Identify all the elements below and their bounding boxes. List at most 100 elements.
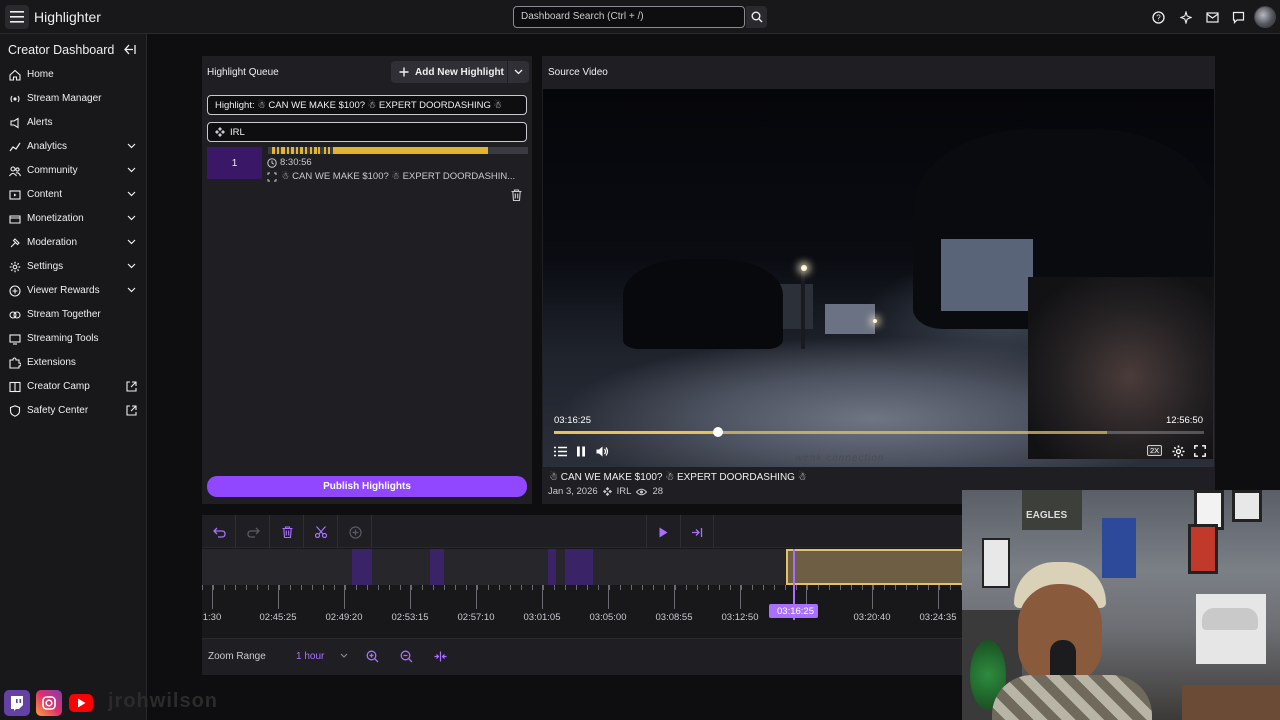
ruler-tick-label: 03:12:50 xyxy=(721,612,759,623)
zoom-in-button[interactable] xyxy=(363,647,381,665)
category-icon xyxy=(215,127,225,137)
ruler-minor-tick xyxy=(488,585,489,590)
ruler-minor-tick xyxy=(785,585,786,590)
ruler-minor-tick xyxy=(675,585,676,590)
whispers-button[interactable] xyxy=(1230,9,1246,25)
ruler-minor-tick xyxy=(290,585,291,590)
sidebar-item-home[interactable]: Home xyxy=(0,65,147,85)
category-field[interactable]: IRL xyxy=(207,122,527,142)
sidebar-item-label: Community xyxy=(27,165,78,176)
ruler-minor-tick xyxy=(499,585,500,590)
redo-button[interactable] xyxy=(243,522,263,542)
eye-icon xyxy=(636,488,648,495)
sidebar-item-moderation[interactable]: Moderation xyxy=(0,233,147,253)
skip-end-icon xyxy=(692,527,703,537)
ruler-minor-tick xyxy=(752,585,753,590)
ruler-minor-tick xyxy=(268,585,269,590)
delete-segment-button[interactable] xyxy=(277,522,297,542)
collapse-sidebar-button[interactable] xyxy=(124,44,136,55)
add-new-highlight-label: Add New Highlight xyxy=(415,66,504,78)
video-progress-bar[interactable] xyxy=(554,427,1204,437)
video-settings-button[interactable] xyxy=(1171,444,1185,458)
inbox-button[interactable] xyxy=(1204,9,1220,25)
video-scrubber-handle[interactable] xyxy=(712,427,723,437)
ruler-minor-tick xyxy=(543,585,544,590)
sidebar-item-extensions[interactable]: Extensions xyxy=(0,353,147,373)
ruler-minor-tick xyxy=(477,585,478,590)
category-value: IRL xyxy=(230,126,245,138)
sidebar-item-content[interactable]: Content xyxy=(0,185,147,205)
fit-timeline-button[interactable] xyxy=(431,647,449,665)
zoom-out-button[interactable] xyxy=(397,647,415,665)
help-button[interactable]: ? xyxy=(1150,9,1166,25)
publish-highlights-button[interactable]: Publish Highlights xyxy=(207,476,527,497)
sidebar-item-creator-camp[interactable]: Creator Camp xyxy=(0,377,147,397)
svg-text:?: ? xyxy=(1156,13,1161,22)
viewer-rewards-icon xyxy=(9,285,21,297)
clip-title: ☃ CAN WE MAKE $100? ☃ EXPERT DOORDASHIN.… xyxy=(267,171,527,182)
zoom-range-select[interactable]: 1 hour xyxy=(290,645,354,667)
search-button[interactable] xyxy=(746,6,767,28)
video-category: IRL xyxy=(616,486,632,497)
clip-number[interactable]: 1 xyxy=(207,147,262,179)
ruler-minor-tick xyxy=(796,585,797,590)
ruler-tick-label: 02:49:20 xyxy=(325,612,363,623)
ruler-minor-tick xyxy=(224,585,225,590)
scissors-icon xyxy=(315,526,327,538)
ruler-minor-tick xyxy=(741,585,742,590)
sidebar-item-monetization[interactable]: Monetization xyxy=(0,209,147,229)
zoom-range-value: 1 hour xyxy=(296,650,325,662)
pause-button[interactable] xyxy=(574,444,588,458)
plus-icon xyxy=(399,67,409,77)
ruler-minor-tick xyxy=(829,585,830,590)
sparkle-button[interactable] xyxy=(1177,9,1193,25)
ruler-tick-label: 03:01:05 xyxy=(523,612,561,623)
ruler-minor-tick xyxy=(906,585,907,590)
undo-button[interactable] xyxy=(209,522,229,542)
sidebar-item-streaming-tools[interactable]: Streaming Tools xyxy=(0,329,147,349)
delete-clip-button[interactable] xyxy=(511,189,522,201)
timeline-play-button[interactable] xyxy=(653,522,673,542)
sidebar-item-settings[interactable]: Settings xyxy=(0,257,147,277)
sidebar-item-viewer-rewards[interactable]: Viewer Rewards xyxy=(0,281,147,301)
fullscreen-button[interactable] xyxy=(1193,444,1207,458)
ruler-minor-tick xyxy=(323,585,324,590)
video-player[interactable]: weak connection 03:16:25 12:56:50 2X xyxy=(543,89,1214,467)
user-avatar[interactable] xyxy=(1254,6,1276,28)
chevron-down-icon xyxy=(127,167,136,173)
menu-button[interactable] xyxy=(5,5,29,29)
chapters-button[interactable] xyxy=(553,444,567,458)
fullscreen-icon xyxy=(1194,445,1206,457)
ruler-minor-tick xyxy=(389,585,390,590)
sidebar-item-label: Stream Manager xyxy=(27,93,102,104)
search-input[interactable]: Dashboard Search (Ctrl + /) xyxy=(513,6,745,28)
sidebar-item-label: Safety Center xyxy=(27,405,89,416)
sidebar-item-alerts[interactable]: Alerts xyxy=(0,113,147,133)
ruler-minor-tick xyxy=(653,585,654,590)
ruler-minor-tick xyxy=(620,585,621,590)
volume-button[interactable] xyxy=(595,444,609,458)
speed-badge[interactable]: 2X xyxy=(1147,445,1163,456)
ruler-tick-label: 03:24:35 xyxy=(919,612,957,623)
highlight-title-field[interactable]: Highlight: ☃ CAN WE MAKE $100? ☃ EXPERT … xyxy=(207,95,527,115)
sidebar-item-label: Extensions xyxy=(27,357,76,368)
sidebar-item-stream-manager[interactable]: Stream Manager xyxy=(0,89,147,109)
sparkle-icon xyxy=(1179,10,1192,24)
sidebar-item-stream-together[interactable]: Stream Together xyxy=(0,305,147,325)
add-new-highlight-button[interactable]: Add New Highlight xyxy=(391,61,507,83)
ruler-minor-tick xyxy=(235,585,236,590)
ruler-minor-tick xyxy=(884,585,885,590)
sidebar-item-analytics[interactable]: Analytics xyxy=(0,137,147,157)
cut-button[interactable] xyxy=(311,522,331,542)
skip-to-end-button[interactable] xyxy=(687,522,707,542)
sidebar-item-safety-center[interactable]: Safety Center xyxy=(0,401,147,421)
ruler-major-tick xyxy=(278,585,279,609)
add-highlight-dropdown[interactable] xyxy=(507,61,529,83)
webcam-feed: EAGLES xyxy=(962,490,1280,720)
add-segment-button[interactable] xyxy=(345,522,365,542)
sidebar-item-community[interactable]: Community xyxy=(0,161,147,181)
timeline-playhead-label[interactable]: 03:16:25 xyxy=(769,604,818,618)
clock-icon xyxy=(267,157,277,168)
video-total-time: 12:56:50 xyxy=(1166,415,1203,426)
ruler-minor-tick xyxy=(851,585,852,590)
